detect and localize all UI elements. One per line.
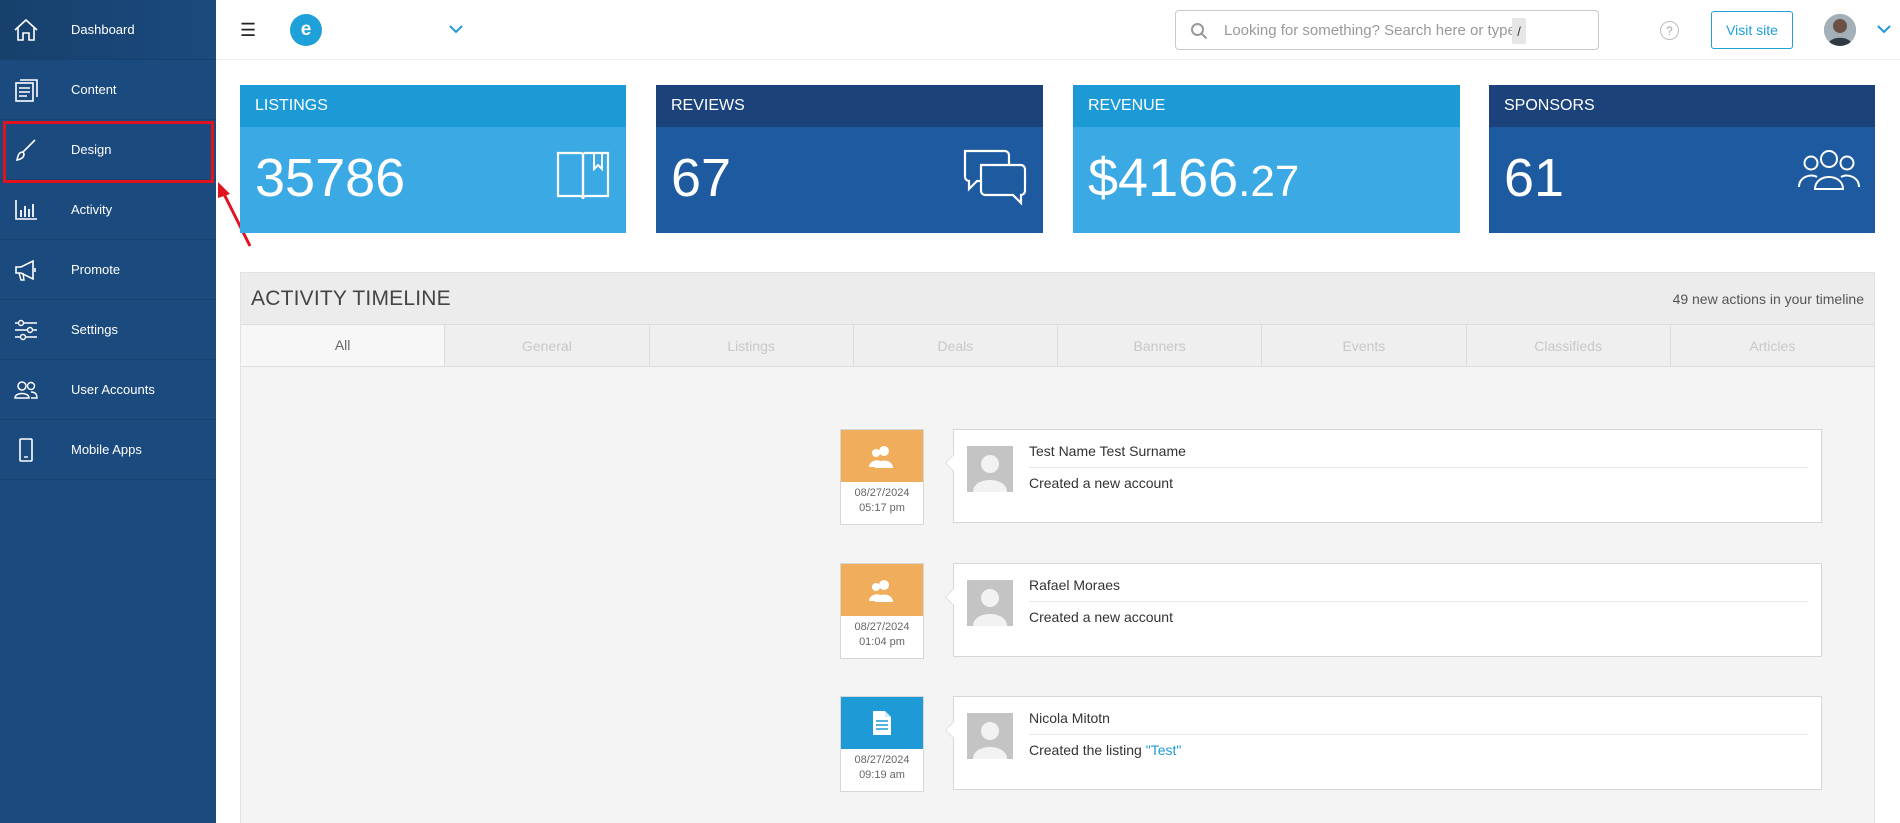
timeline-count: 49 new actions in your timeline xyxy=(1672,291,1864,307)
sidebar-item-label: Mobile Apps xyxy=(71,442,142,457)
document-icon xyxy=(841,697,923,749)
tab-deals[interactable]: Deals xyxy=(853,325,1058,366)
avatar[interactable] xyxy=(1824,14,1856,46)
help-icon[interactable]: ? xyxy=(1660,21,1679,40)
stat-value: 35786 xyxy=(255,148,406,208)
logo-letter: e xyxy=(300,19,312,40)
top-bar: ☰ e Looking for something? Search here o… xyxy=(216,0,1900,60)
user-icon xyxy=(841,430,923,482)
avatar xyxy=(967,580,1013,626)
search-icon xyxy=(1190,22,1208,45)
panel-title: ACTIVITY TIMELINE xyxy=(251,287,451,310)
stat-tile-revenue[interactable]: REVENUE $4166.27 xyxy=(1073,85,1460,233)
tab-articles[interactable]: Articles xyxy=(1670,325,1874,366)
stat-value: $4166.27 xyxy=(1088,147,1299,209)
entry-action: Created a new account xyxy=(1029,609,1173,625)
hamburger-menu-icon[interactable]: ☰ xyxy=(240,20,256,41)
entry-date: 08/27/2024 xyxy=(854,487,910,499)
megaphone-icon xyxy=(12,256,40,284)
timeline-tabs: All General Listings Deals Banners Event… xyxy=(241,325,1874,367)
sidebar-item-promote[interactable]: Promote xyxy=(0,240,216,300)
sidebar-item-label: Activity xyxy=(71,202,113,217)
timeline-entry-badge: 08/27/2024 09:19 am xyxy=(840,696,924,792)
tab-listings[interactable]: Listings xyxy=(649,325,854,366)
chevron-down-icon[interactable] xyxy=(1876,22,1892,40)
timeline-entry: 08/27/2024 05:17 pm Test Name Test Surnam… xyxy=(840,429,1824,525)
stat-title: LISTINGS xyxy=(240,85,626,127)
content-icon xyxy=(12,76,40,104)
avatar xyxy=(967,446,1013,492)
user-icon xyxy=(841,564,923,616)
timeline-entry-badge: 08/27/2024 05:17 pm xyxy=(840,429,924,525)
chat-bubbles-icon xyxy=(961,147,1029,212)
entry-action: Created a new account xyxy=(1029,475,1173,491)
timeline-entry-badge: 08/27/2024 01:04 pm xyxy=(840,563,924,659)
bar-chart-icon xyxy=(12,196,40,224)
stat-value: 67 xyxy=(671,148,732,208)
entry-date: 08/27/2024 xyxy=(854,621,910,633)
sidebar: Dashboard Content Design Activity Promot… xyxy=(0,0,216,823)
stat-title: REVENUE xyxy=(1073,85,1460,127)
sidebar-item-label: User Accounts xyxy=(71,382,155,397)
search-shortcut-key: / xyxy=(1512,18,1526,44)
users-icon xyxy=(12,376,40,404)
brush-icon xyxy=(12,136,40,164)
sidebar-item-activity[interactable]: Activity xyxy=(0,180,216,240)
avatar xyxy=(967,713,1013,759)
sidebar-item-settings[interactable]: Settings xyxy=(0,300,216,360)
sidebar-item-mobile-apps[interactable]: Mobile Apps xyxy=(0,420,216,480)
listing-link[interactable]: "Test" xyxy=(1146,742,1182,758)
revenue-amount: $4166 xyxy=(1088,148,1239,208)
stat-title: SPONSORS xyxy=(1489,85,1875,127)
entry-time: 05:17 pm xyxy=(859,502,905,514)
stat-title: REVIEWS xyxy=(656,85,1043,127)
sidebar-item-label: Content xyxy=(71,82,117,97)
tab-banners[interactable]: Banners xyxy=(1058,325,1263,366)
entry-time: 01:04 pm xyxy=(859,636,905,648)
sidebar-item-content[interactable]: Content xyxy=(0,60,216,120)
group-icon xyxy=(1797,147,1861,196)
sidebar-item-label: Dashboard xyxy=(71,22,135,37)
tab-events[interactable]: Events xyxy=(1262,325,1467,366)
entry-user-name: Test Name Test Surname xyxy=(1029,443,1186,459)
stat-value: 61 xyxy=(1504,148,1565,208)
timeline-entry-card: Rafael Moraes Created a new account xyxy=(945,563,1822,657)
timeline-entry-card: Test Name Test Surname Created a new acc… xyxy=(945,429,1822,523)
visit-site-button[interactable]: Visit site xyxy=(1711,11,1793,49)
tab-all[interactable]: All xyxy=(241,325,446,366)
search-input[interactable]: Looking for something? Search here or ty… xyxy=(1175,10,1599,50)
stat-tile-reviews[interactable]: REVIEWS 67 xyxy=(656,85,1043,233)
entry-time: 09:19 am xyxy=(859,769,905,781)
sidebar-item-user-accounts[interactable]: User Accounts xyxy=(0,360,216,420)
search-placeholder: Looking for something? Search here or ty… xyxy=(1224,22,1516,39)
sidebar-item-dashboard[interactable]: Dashboard xyxy=(0,0,216,60)
logo[interactable]: e xyxy=(290,14,322,46)
book-icon xyxy=(554,147,612,208)
entry-user-name: Nicola Mitotn xyxy=(1029,710,1110,726)
sliders-icon xyxy=(12,316,40,344)
entry-date: 08/27/2024 xyxy=(854,754,910,766)
timeline-entry: 08/27/2024 09:19 am Nicola Mitotn Created… xyxy=(840,696,1824,792)
activity-timeline-panel: ACTIVITY TIMELINE 49 new actions in your… xyxy=(240,272,1875,823)
timeline-entry-card: Nicola Mitotn Created the listing "Test" xyxy=(945,696,1822,790)
revenue-cents: .27 xyxy=(1238,157,1300,206)
sidebar-item-label: Settings xyxy=(71,322,118,337)
stat-tile-listings[interactable]: LISTINGS 35786 xyxy=(240,85,626,233)
stat-tile-sponsors[interactable]: SPONSORS 61 xyxy=(1489,85,1875,233)
entry-action: Created the listing "Test" xyxy=(1029,742,1181,758)
timeline-entry: 08/27/2024 01:04 pm Rafael Moraes Created… xyxy=(840,563,1824,659)
chevron-down-icon[interactable] xyxy=(448,22,464,40)
tab-classifieds[interactable]: Classifieds xyxy=(1466,325,1671,366)
mobile-icon xyxy=(12,436,40,464)
entry-action-text: Created the listing xyxy=(1029,742,1146,758)
entry-user-name: Rafael Moraes xyxy=(1029,577,1121,593)
sidebar-item-label: Promote xyxy=(71,262,121,277)
sidebar-item-label: Design xyxy=(71,142,112,157)
home-icon xyxy=(12,16,40,44)
tab-general[interactable]: General xyxy=(445,325,650,366)
sidebar-item-design[interactable]: Design xyxy=(0,120,216,180)
